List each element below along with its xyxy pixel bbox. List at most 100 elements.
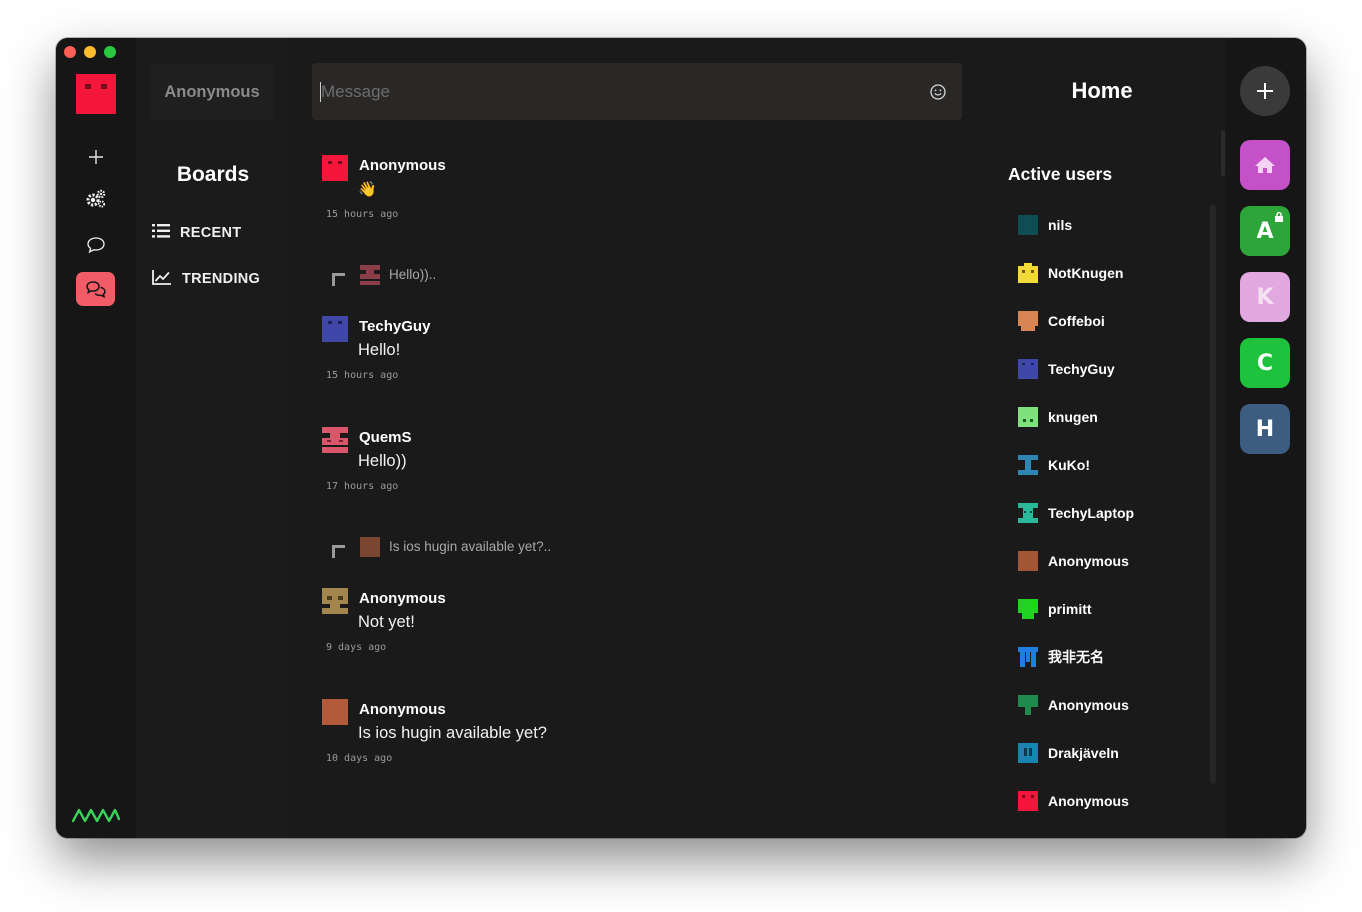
user-avatar [1018, 359, 1038, 379]
window-controls [64, 46, 116, 58]
group-home[interactable] [1240, 140, 1290, 190]
plus-icon [1257, 83, 1273, 99]
post-nickname: Anonymous [359, 701, 446, 718]
user-name: Drakjäveln [1048, 745, 1119, 761]
user-name: Anonymous [1048, 553, 1129, 569]
group-h[interactable]: H [1240, 404, 1290, 454]
post-nickname: Anonymous [359, 590, 446, 607]
maximize-window-button[interactable] [104, 46, 116, 58]
user-avatar [1018, 503, 1038, 523]
active-user[interactable]: 我非无名 [1018, 646, 1104, 668]
chat-bubble-icon[interactable] [76, 228, 115, 262]
reply-avatar [360, 537, 380, 557]
list-icon [152, 224, 170, 242]
active-user[interactable]: nils [1018, 214, 1072, 236]
user-name: TechyLaptop [1048, 505, 1135, 521]
active-user[interactable]: NotKnugen [1018, 262, 1123, 284]
user-name: KuKo! [1048, 457, 1090, 473]
close-window-button[interactable] [64, 46, 76, 58]
group-c[interactable]: C [1240, 338, 1290, 388]
add-icon[interactable] [76, 140, 115, 174]
group-k[interactable]: K [1240, 272, 1290, 322]
post-text: 👋 [358, 181, 377, 198]
active-user[interactable]: knugen [1018, 406, 1098, 428]
active-user[interactable]: TechyLaptop [1018, 502, 1134, 524]
board-trending-label: TRENDING [182, 271, 261, 287]
reply-corner-icon [332, 273, 345, 286]
groups-rail: A K C H [1226, 38, 1306, 838]
user-avatar [1018, 791, 1038, 811]
post-text: Is ios hugin available yet? [358, 724, 547, 742]
active-users-panel: Home Active users nils NotKnugen Coffebo… [986, 38, 1226, 838]
user-avatar [1018, 599, 1038, 619]
user-name: Coffeboi [1048, 313, 1105, 329]
post-nickname: TechyGuy [359, 318, 431, 335]
board-recent[interactable]: RECENT [152, 224, 241, 242]
group-h-label: H [1255, 416, 1275, 442]
user-name: Anonymous [1048, 697, 1129, 713]
home-icon [1255, 157, 1275, 173]
message-input[interactable] [320, 82, 910, 102]
active-user[interactable]: KuKo! [1018, 454, 1090, 476]
user-name: knugen [1048, 409, 1098, 425]
post-text: Not yet! [358, 613, 415, 631]
message-input-box [312, 63, 962, 120]
active-user[interactable]: Coffeboi [1018, 310, 1105, 332]
active-users-title: Active users [1008, 164, 1113, 184]
user-name: Anonymous [1048, 793, 1129, 809]
board-trending[interactable]: TRENDING [152, 269, 260, 289]
user-avatar [322, 699, 348, 725]
post-nickname: Anonymous [359, 157, 446, 174]
user-name: 我非无名 [1048, 649, 1104, 665]
user-avatar [1018, 455, 1038, 475]
group-title: Home [1071, 78, 1133, 103]
username-display[interactable]: Anonymous [150, 64, 274, 120]
active-user[interactable]: Drakjäveln [1018, 742, 1119, 764]
user-avatar [1018, 695, 1038, 715]
add-group-button[interactable] [1240, 66, 1290, 116]
app-window: Anonymous Boards RECENT TRENDING Message… [56, 38, 1306, 838]
reply-avatar [360, 265, 380, 285]
post-time: 9 days ago [326, 642, 387, 653]
group-a[interactable]: A [1240, 206, 1290, 256]
settings-gears-icon[interactable] [76, 182, 115, 216]
user-avatar [1018, 215, 1038, 235]
user-avatar [1018, 311, 1038, 331]
emoji-icon[interactable] [928, 82, 948, 102]
user-avatar [1018, 407, 1038, 427]
post-time: 17 hours ago [326, 481, 399, 492]
post-nickname: QuemS [359, 429, 412, 446]
boards-chats-icon[interactable] [76, 272, 115, 306]
users-scrollbar[interactable] [1210, 204, 1216, 784]
active-user[interactable]: primitt [1018, 598, 1092, 620]
my-avatar[interactable] [76, 74, 116, 114]
group-k-label: K [1256, 284, 1274, 310]
post-text: Hello! [358, 341, 401, 359]
board-recent-label: RECENT [180, 225, 242, 241]
lock-icon [1275, 212, 1283, 222]
user-name: nils [1048, 217, 1073, 233]
hugin-logo [71, 806, 121, 828]
user-avatar [322, 427, 348, 453]
group-c-label: C [1256, 350, 1274, 376]
post-time: 15 hours ago [326, 209, 399, 220]
reply-text: Is ios hugin available yet?.. [389, 539, 552, 554]
active-user[interactable]: Anonymous [1018, 790, 1129, 812]
active-user[interactable]: TechyGuy [1018, 358, 1115, 380]
user-avatar [1018, 647, 1038, 667]
reply-text: Hello)).. [389, 267, 437, 282]
boards-title: Boards [176, 163, 250, 186]
scrollbar-top[interactable] [1221, 130, 1225, 176]
nav-rail [56, 38, 136, 838]
active-user[interactable]: Anonymous [1018, 694, 1129, 716]
user-avatar [322, 316, 348, 342]
user-avatar [1018, 551, 1038, 571]
active-user[interactable]: Anonymous [1018, 550, 1129, 572]
post-time: 15 hours ago [326, 370, 399, 381]
user-name: TechyGuy [1048, 361, 1115, 377]
user-avatar [1018, 263, 1038, 283]
post-text: Hello)) [358, 452, 407, 470]
group-a-label: A [1256, 218, 1274, 244]
trending-icon [152, 269, 172, 289]
minimize-window-button[interactable] [84, 46, 96, 58]
